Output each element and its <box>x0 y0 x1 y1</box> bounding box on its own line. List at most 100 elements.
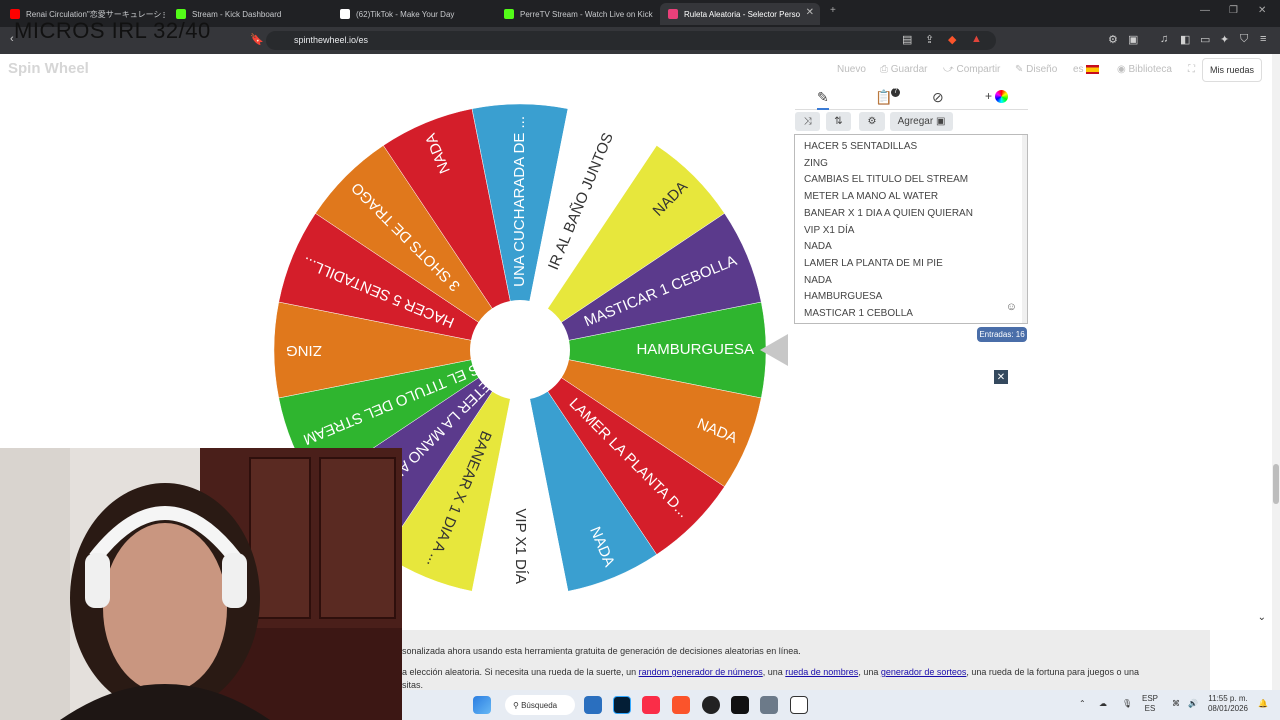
vpn-icon[interactable]: ⛉ <box>1240 33 1248 46</box>
file-explorer-icon[interactable] <box>584 696 602 714</box>
close-ad-button[interactable]: ✕ <box>994 370 1008 384</box>
page-scrollbar[interactable] <box>1272 54 1280 720</box>
scroll-thumb[interactable] <box>1273 464 1279 504</box>
entry-line[interactable]: BANEAR X 1 DIA A QUIEN QUIERAN <box>804 208 973 219</box>
sidebar-icon[interactable]: ◧ <box>1180 33 1190 46</box>
obs-icon[interactable] <box>702 696 720 714</box>
entry-line[interactable]: NADA <box>804 275 832 286</box>
image-icon: ▣ <box>935 116 946 127</box>
random-number-link[interactable]: random generador de números <box>639 667 763 677</box>
browser-tab[interactable]: (62)TikTok - Make Your Day <box>332 3 492 25</box>
stream-overlay-title: MICROS IRL 32/40 <box>14 18 211 43</box>
entry-line[interactable]: METER LA MANO AL WATER <box>804 191 938 202</box>
entries-textarea[interactable]: HACER 5 SENTADILLAS ZING CAMBIAS EL TITULO… <box>794 134 1028 324</box>
brave-shield-icon[interactable]: ◆ <box>948 33 956 46</box>
new-tab-icon[interactable]: + <box>830 5 836 16</box>
notion-icon[interactable] <box>790 696 808 714</box>
brave-icon[interactable] <box>672 696 690 714</box>
wheel-segment-label: VIP X1 DÍA <box>512 508 529 584</box>
photoshop-icon[interactable] <box>613 696 631 714</box>
shuffle-button[interactable]: ⤨ <box>795 112 820 131</box>
entry-line[interactable]: VIP X1 DÍA <box>804 225 854 236</box>
results-count-badge: 7 <box>891 88 900 97</box>
extensions-icon[interactable]: ⚙ <box>1108 33 1118 46</box>
chevron-down-icon[interactable]: ⌄ <box>1258 612 1266 623</box>
brave-rewards-icon[interactable]: ▲ <box>971 33 982 45</box>
fullscreen-icon[interactable]: ⛶ <box>1188 64 1195 75</box>
entry-line[interactable]: HAMBURGUESA <box>804 291 882 302</box>
url-bar[interactable]: spinthewheel.io/es <box>266 31 996 50</box>
edit-tab-icon[interactable]: ✎ <box>817 89 829 110</box>
add-color-icon[interactable]: + <box>985 89 1009 104</box>
windows-taskbar: ⚲ Búsqueda ⌃ ☁ 🎙 ESP ES ⌘ 🔊 11:55 p. m. 08… <box>402 690 1280 720</box>
hide-tab-icon[interactable]: ⊘ <box>932 89 944 106</box>
maximize-icon[interactable]: ❐ <box>1229 5 1238 16</box>
text-span: , una rueda de la fortuna para juegos o … <box>966 667 1140 677</box>
taskbar-search[interactable]: ⚲ Búsqueda <box>505 695 575 715</box>
search-icon: ⚲ <box>513 700 522 710</box>
volume-icon[interactable]: 🔊 <box>1188 699 1198 709</box>
mic-icon[interactable]: 🎙 <box>1122 699 1132 709</box>
mis-ruedas-button[interactable]: Mis ruedas <box>1202 58 1262 82</box>
brush-icon: ✎ <box>1015 64 1027 75</box>
browser-tab-active[interactable]: Ruleta Aleatoria - Selector Perso ✕ <box>660 3 820 25</box>
nav-nuevo[interactable]: Nuevo <box>837 64 866 75</box>
minimize-icon[interactable]: — <box>1200 5 1210 16</box>
shuffle-icon: ⤨ <box>803 116 812 127</box>
nav-language[interactable]: es <box>1073 64 1100 75</box>
site-logo[interactable]: Spin Wheel <box>8 60 89 77</box>
notification-icon[interactable]: 🔔 <box>1258 699 1268 709</box>
nav-label: Guardar <box>890 64 928 75</box>
entry-line[interactable]: LAMER LA PLANTA DE MI PIE <box>804 258 943 269</box>
language-indicator[interactable]: ESP ES <box>1142 694 1158 714</box>
wheel-center[interactable] <box>470 300 570 400</box>
network-icon[interactable]: ⌘ <box>1172 699 1180 709</box>
music-icon[interactable]: ♫ <box>1160 33 1168 45</box>
entry-line[interactable]: MASTICAR 1 CEBOLLA <box>804 308 913 319</box>
name-wheel-link[interactable]: rueda de nombres <box>785 667 858 677</box>
wheel-pointer <box>760 334 788 366</box>
tray-chevron-icon[interactable]: ⌃ <box>1079 699 1086 709</box>
menu-icon[interactable]: ≡ <box>1260 33 1266 45</box>
close-icon: ✕ <box>996 371 1006 383</box>
tab-label: PerreTV Stream - Watch Live on Kick <box>520 9 653 19</box>
url-text: spinthewheel.io/es <box>294 35 369 45</box>
text-span: , una <box>762 667 786 677</box>
nav-diseno[interactable]: ✎ Diseño <box>1015 64 1057 75</box>
nav-guardar[interactable]: ⎙ Guardar <box>880 64 927 75</box>
close-window-icon[interactable]: ✕ <box>1258 5 1266 16</box>
browser-tab[interactable]: PerreTV Stream - Watch Live on Kick <box>496 3 658 25</box>
nav-compartir[interactable]: ⤻ Compartir <box>943 64 1000 75</box>
share-icon[interactable]: ⇪ <box>925 33 934 46</box>
agregar-image-button[interactable]: Agregar ▣ <box>890 112 953 131</box>
apple-music-icon[interactable] <box>642 696 660 714</box>
tiktok-icon <box>340 9 350 19</box>
reader-icon[interactable]: ▤ <box>902 33 912 46</box>
cloud-icon[interactable]: ☁ <box>1099 699 1107 709</box>
wallet-icon[interactable]: ▭ <box>1200 33 1210 46</box>
capcut-icon[interactable] <box>731 696 749 714</box>
nav-biblioteca[interactable]: ◉ Biblioteca <box>1117 64 1172 75</box>
settings-icon[interactable] <box>760 696 778 714</box>
emoji-icon[interactable]: ☺ <box>1006 301 1017 313</box>
sort-button[interactable]: ⇅ <box>826 112 851 131</box>
webcam-overlay <box>0 448 402 720</box>
settings-button[interactable]: ⚙ <box>859 112 885 131</box>
clock[interactable]: 11:55 p. m. 08/01/2026 <box>1206 694 1250 714</box>
leo-icon[interactable]: ✦ <box>1220 33 1229 46</box>
panel-tabs: ✎ 📋 ⊘ + <box>795 86 1028 110</box>
entry-line[interactable]: CAMBIAS EL TITULO DEL STREAM <box>804 174 968 185</box>
results-tab-icon[interactable]: 📋 <box>875 89 892 106</box>
entries-scrollbar[interactable] <box>1022 135 1027 323</box>
tab-search-icon[interactable]: ▣ <box>1128 33 1138 46</box>
text-span: , una <box>858 667 881 677</box>
entry-line[interactable]: NADA <box>804 241 832 252</box>
entry-line[interactable]: ZING <box>804 158 828 169</box>
raffle-link[interactable]: generador de sorteos <box>881 667 967 677</box>
entry-line[interactable]: HACER 5 SENTADILLAS <box>804 141 917 152</box>
sort-icon: ⇅ <box>834 116 843 127</box>
start-icon[interactable] <box>473 696 491 714</box>
close-tab-icon[interactable]: ✕ <box>806 7 814 18</box>
webcam-image <box>0 448 402 720</box>
bookmark-icon[interactable]: 🔖 <box>250 33 264 46</box>
